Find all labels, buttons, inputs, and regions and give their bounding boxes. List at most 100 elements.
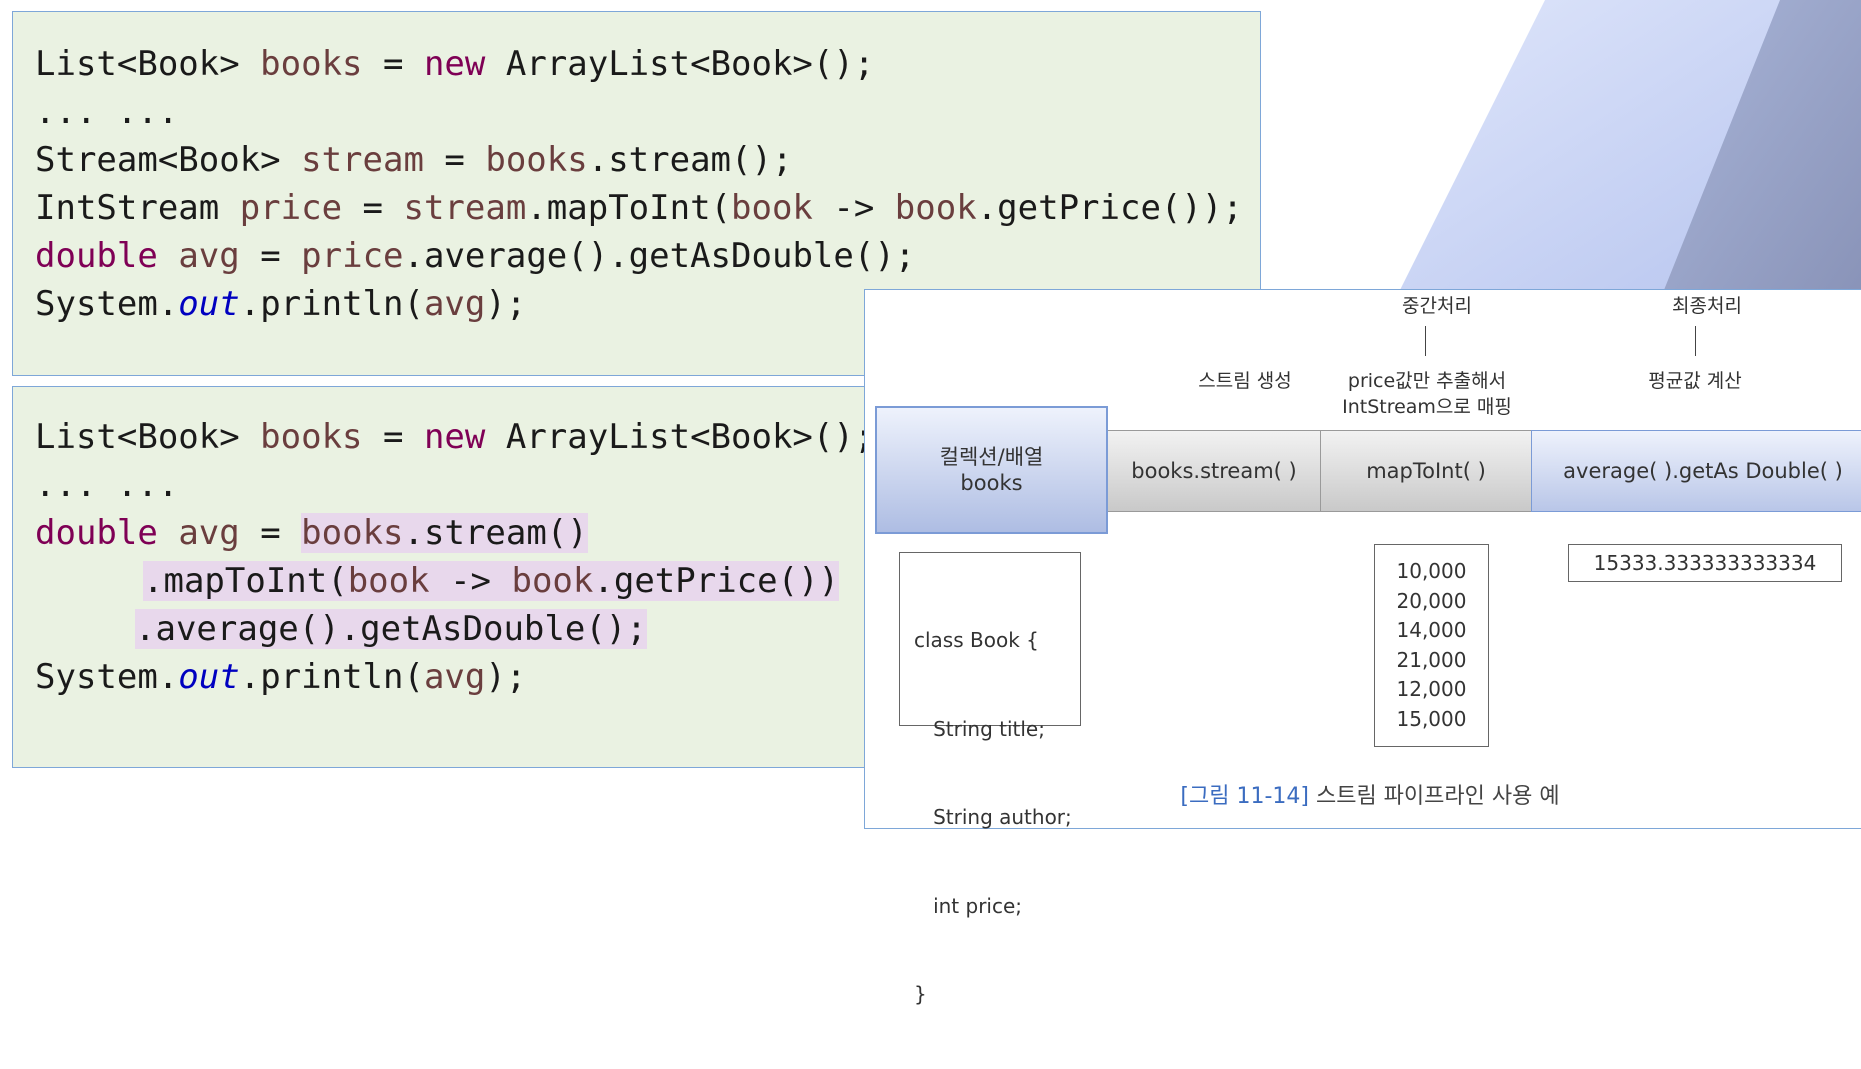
code-line: System.out.println(avg); [35, 657, 526, 697]
source-collection-box: 컬렉션/배열 books [875, 406, 1108, 534]
code-token: avg [178, 236, 240, 276]
code-token: = [362, 44, 424, 84]
code-line: List<Book> books = new ArrayList<Book>()… [35, 44, 874, 84]
class-line: } [914, 982, 927, 1006]
code-token: IntStream [35, 188, 240, 228]
code-token: .stream(); [587, 140, 793, 180]
code-token: book [347, 561, 430, 601]
price-value: 10,000 [1396, 559, 1467, 583]
intermediate-processing-label: 중간처리 [1402, 295, 1472, 317]
price-value: 21,000 [1396, 647, 1467, 672]
stream-create-label: 스트림 생성 [1198, 370, 1292, 392]
price-value: 20,000 [1396, 588, 1467, 613]
code-token: = [362, 417, 424, 457]
code-token: ArrayList<Book>(); [485, 417, 875, 457]
figure-caption: [그림 11-14] 스트림 파이프라인 사용 예 [865, 778, 1861, 810]
class-line: int price; [914, 893, 1023, 918]
final-processing-label: 최종처리 [1672, 295, 1742, 317]
price-value: 14,000 [1396, 618, 1467, 642]
code-line: System.out.println(avg); [35, 284, 526, 324]
result-value: 15333.333333333334 [1593, 551, 1817, 575]
stage-average: average( ).getAs Double( ) [1531, 430, 1861, 512]
code-token: ); [485, 284, 527, 324]
code-token: ArrayList<Book>(); [485, 44, 875, 84]
stream-pipeline-figure: 중간처리 최종처리 스트림 생성 price값만 추출해서 IntStream으… [864, 289, 1861, 1006]
stage-stream: books.stream( ) [1107, 430, 1321, 512]
code-token: ... ... [35, 465, 179, 505]
stage-map-to-int: mapToInt( ) [1320, 430, 1532, 512]
code-token: System. [35, 284, 179, 324]
code-token: stream [301, 140, 424, 180]
map-description-line: IntStream으로 매핑 [1342, 396, 1512, 418]
code-token: = [423, 140, 486, 180]
code-token: book [731, 188, 813, 228]
stage-average-label: average( ).getAs Double( ) [1563, 459, 1843, 483]
code-line: ... ... [35, 465, 178, 505]
code-token: = [239, 236, 302, 276]
map-description-line: price값만 추출해서 [1347, 370, 1507, 392]
code-token: books [260, 44, 363, 84]
code-line: ... ... [35, 92, 178, 132]
prices-box: 10,000 20,000 14,000 21,000 12,000 15,00… [1374, 544, 1489, 747]
code-token: List<Book> [35, 44, 261, 84]
code-token: .getPrice()) [593, 561, 840, 601]
code-token: List<Book> [35, 417, 261, 457]
code-token: price [239, 188, 343, 228]
intermediate-tick-line [1425, 326, 1426, 356]
map-description-label: price값만 추출해서 IntStream으로 매핑 [1317, 368, 1537, 420]
price-value: 12,000 [1396, 677, 1467, 701]
code-token: .stream() [403, 513, 588, 553]
class-book-box: class Book { String title; String author… [899, 552, 1081, 1006]
code-token: books [301, 513, 404, 553]
code-line: List<Book> books = new ArrayList<Book>()… [35, 417, 874, 457]
code-token: new [423, 417, 486, 457]
code-token: .println( [239, 657, 424, 697]
code-token: System. [35, 657, 179, 697]
code-token: avg [423, 657, 486, 697]
code-highlight: .average().getAsDouble(); [135, 609, 647, 649]
price-value: 15,000 [1396, 706, 1467, 731]
stage-stream-label: books.stream( ) [1131, 459, 1297, 483]
code-token: new [423, 44, 486, 84]
class-line: class Book { [914, 628, 1039, 652]
final-tick-line [1695, 326, 1696, 356]
code-token: -> [429, 561, 512, 601]
code-token: ); [485, 657, 527, 697]
code-token: .mapToInt( [526, 188, 732, 228]
code-token: books [260, 417, 363, 457]
class-line: String title; [914, 716, 1045, 741]
code-token: -> [812, 188, 895, 228]
code-token: avg [178, 513, 240, 553]
code-line: .average().getAsDouble(); [135, 609, 647, 649]
average-description-label: 평균값 계산 [1648, 370, 1742, 392]
code-token: .getPrice()); [976, 188, 1243, 228]
code-token: = [342, 188, 404, 228]
code-token: stream [403, 188, 527, 228]
code-line: IntStream price = stream.mapToInt(book -… [35, 188, 1243, 228]
source-line: books [960, 471, 1023, 495]
code-token: book [894, 188, 977, 228]
code-token: double [35, 236, 158, 276]
result-box: 15333.333333333334 [1568, 544, 1842, 582]
code-token: price [301, 236, 404, 276]
code-token: out [178, 657, 240, 697]
code-token: ... ... [35, 92, 179, 132]
code-token: Stream<Book> [35, 140, 302, 180]
stage-map-label: mapToInt( ) [1366, 459, 1486, 483]
code-line: double avg = books.stream() [35, 513, 588, 553]
caption-text: 스트림 파이프라인 사용 예 [1308, 784, 1560, 809]
code-token: book [511, 561, 594, 601]
source-line: 컬렉션/배열 [939, 445, 1044, 469]
code-token: = [239, 513, 302, 553]
code-line: Stream<Book> stream = books.stream(); [35, 140, 792, 180]
code-token: double [35, 513, 158, 553]
code-line: .mapToInt(book -> book.getPrice()) [143, 561, 840, 601]
code-token: .mapToInt( [143, 561, 348, 601]
code-highlight: books.stream() [301, 513, 588, 553]
caption-number: [그림 11-14] [1180, 784, 1309, 809]
code-highlight: .mapToInt(book -> book.getPrice()) [143, 561, 840, 601]
code-token: out [178, 284, 240, 324]
code-token: .average().getAsDouble(); [403, 236, 916, 276]
